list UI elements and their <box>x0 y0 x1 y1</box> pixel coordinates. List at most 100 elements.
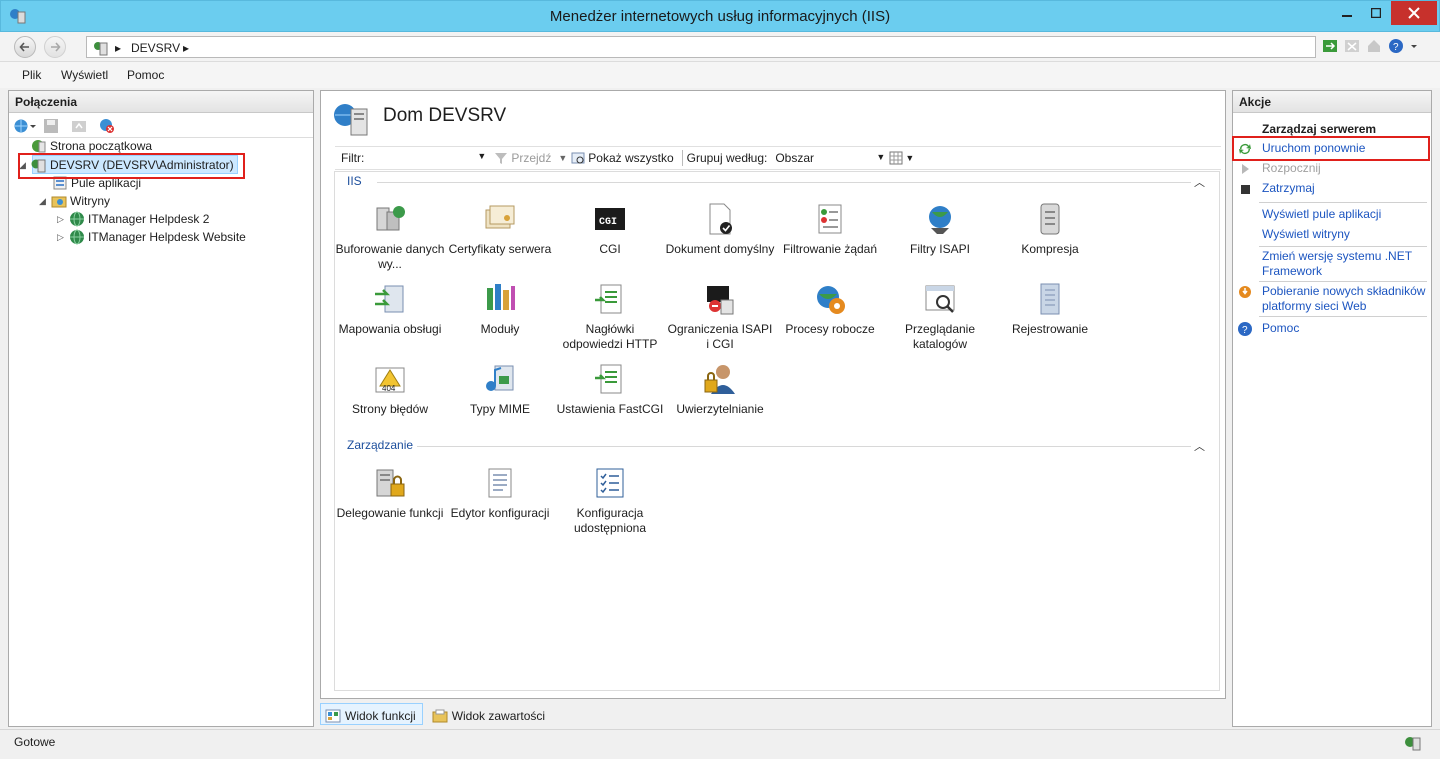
tree-item-sites[interactable]: ◢ Witryny <box>39 192 110 210</box>
close-icon <box>1408 7 1420 19</box>
group-iis-header[interactable]: IIS ︿ <box>335 174 1221 192</box>
chevron-down-icon[interactable] <box>1410 38 1418 54</box>
feature-label: Ustawienia FastCGI <box>556 402 664 416</box>
error-pages-icon: 404 <box>375 367 405 393</box>
feature-isapi-filters[interactable]: Filtry ISAPI <box>885 202 995 257</box>
status-bar: Gotowe <box>0 729 1440 759</box>
up-folder-icon[interactable] <box>71 118 87 134</box>
server-status-icon <box>1405 737 1421 751</box>
feature-authentication[interactable]: Uwierzytelnianie <box>665 362 775 417</box>
feature-modules[interactable]: Moduły <box>445 282 555 337</box>
menu-help[interactable]: Pomoc <box>127 68 164 82</box>
address-field[interactable]: ▸ DEVSRV ▸ <box>86 36 1316 58</box>
feature-label: Ograniczenia ISAPI i CGI <box>667 322 773 351</box>
action-view-sites[interactable]: Wyświetl witryny <box>1237 227 1433 243</box>
cgi-icon: CGI <box>595 208 625 230</box>
feature-logging[interactable]: Rejestrowanie <box>995 282 1105 337</box>
go-button[interactable]: Przejdź ▼ <box>494 151 567 165</box>
feature-default-document[interactable]: Dokument domyślny <box>665 202 775 257</box>
feature-worker-processes[interactable]: Procesy robocze <box>775 282 885 337</box>
action-view-sites-label: Wyświetl witryny <box>1262 227 1350 241</box>
menu-file[interactable]: Plik <box>22 68 41 82</box>
disconnect-icon[interactable] <box>99 118 115 134</box>
center-panel: Dom DEVSRV Filtr: ▼ Przejdź ▼ Pokaż wszy… <box>320 90 1226 699</box>
tree-collapsed-icon[interactable]: ▷ <box>57 232 69 243</box>
output-caching-icon <box>376 206 405 231</box>
feature-shared-configuration[interactable]: Konfiguracja udostępniona <box>555 466 665 536</box>
status-text: Gotowe <box>14 735 56 749</box>
action-view-app-pools[interactable]: Wyświetl pule aplikacji <box>1237 207 1433 223</box>
tree-item-site-1[interactable]: ▷ ITManager Helpdesk 2 <box>57 210 209 228</box>
save-icon[interactable] <box>43 118 59 134</box>
address-toolbar: ? <box>1322 38 1418 54</box>
fastcgi-settings-icon <box>595 364 622 394</box>
action-start[interactable]: Rozpocznij <box>1237 161 1433 177</box>
feature-request-filtering[interactable]: Filtrowanie żądań <box>775 202 885 257</box>
feature-label: Filtry ISAPI <box>909 242 970 256</box>
forward-button[interactable] <box>44 36 66 58</box>
chevron-down-icon[interactable] <box>29 118 37 134</box>
logging-icon <box>1040 283 1060 315</box>
connect-globe-icon[interactable] <box>13 118 29 134</box>
menu-bar: Plik Wyświetl Pomoc <box>0 62 1440 88</box>
tab-features-view[interactable]: Widok funkcji <box>320 703 423 725</box>
feature-error-pages[interactable]: 404 Strony błędów <box>335 362 445 417</box>
feature-compression[interactable]: Kompresja <box>995 202 1105 257</box>
action-change-net-framework[interactable]: Zmień wersję systemu .NET Framework <box>1237 249 1433 279</box>
action-get-web-components[interactable]: Pobieranie nowych składników platformy s… <box>1237 284 1433 314</box>
feature-feature-delegation[interactable]: Delegowanie funkcji <box>335 466 445 521</box>
group-by-select[interactable]: Obszar ▼ <box>775 149 887 167</box>
help-icon[interactable]: ? <box>1388 38 1404 54</box>
chevron-down-icon: ▼ <box>477 151 487 161</box>
feature-fastcgi-settings[interactable]: Ustawienia FastCGI <box>555 362 665 417</box>
back-button[interactable] <box>14 36 36 58</box>
request-filtering-icon <box>818 204 842 234</box>
feature-cgi[interactable]: CGI CGI <box>555 202 665 257</box>
content-view-icon <box>432 709 448 722</box>
feature-label: Uwierzytelnianie <box>676 402 764 416</box>
maximize-button[interactable] <box>1362 1 1390 25</box>
tree-label-sites: Witryny <box>70 194 110 208</box>
feature-mime-types[interactable]: Typy MIME <box>445 362 555 417</box>
feature-directory-browsing[interactable]: Przeglądanie katalogów <box>885 282 995 352</box>
group-management-header[interactable]: Zarządzanie ︿ <box>335 438 1221 456</box>
feature-label: Konfiguracja udostępniona <box>573 506 647 535</box>
feature-http-response-headers[interactable]: Nagłówki odpowiedzi HTTP <box>555 282 665 352</box>
breadcrumb-devsrv[interactable]: DEVSRV <box>131 41 180 55</box>
feature-configuration-editor[interactable]: Edytor konfiguracji <box>445 466 555 521</box>
feature-label: Procesy robocze <box>785 322 875 336</box>
refresh-icon[interactable] <box>1322 38 1338 54</box>
feature-label: CGI <box>599 242 621 256</box>
action-help[interactable]: ? Pomoc <box>1237 321 1433 337</box>
tree-item-site-2[interactable]: ▷ ITManager Helpdesk Website <box>57 228 246 246</box>
feature-isapi-cgi-restrictions[interactable]: Ograniczenia ISAPI i CGI <box>665 282 775 352</box>
action-stop[interactable]: Zatrzymaj <box>1237 181 1433 197</box>
filter-input[interactable]: ▼ <box>366 149 488 167</box>
feature-label: Nagłówki odpowiedzi HTTP <box>562 322 658 351</box>
actions-section-title: Zarządzaj serwerem <box>1262 122 1377 136</box>
chevron-down-icon: ▼ <box>905 153 915 163</box>
sites-folder-icon <box>51 196 67 208</box>
group-divider <box>417 446 1191 447</box>
view-mode-button[interactable]: ▼ <box>889 151 914 165</box>
show-all-button[interactable]: Pokaż wszystko <box>571 151 674 165</box>
feature-server-certificates[interactable]: Certyfikaty serwera <box>445 202 555 257</box>
tree-collapsed-icon[interactable]: ▷ <box>57 214 69 225</box>
feature-handler-mappings[interactable]: Mapowania obsługi <box>335 282 445 337</box>
stop-icon[interactable] <box>1344 38 1360 54</box>
tree-expanded-icon[interactable]: ◢ <box>39 196 51 207</box>
feature-label: Rejestrowanie <box>1011 322 1089 336</box>
web-platform-icon <box>1239 286 1251 298</box>
isapi-cgi-restrictions-icon <box>707 286 734 315</box>
collapse-up-icon[interactable]: ︿ <box>1194 174 1205 190</box>
collapse-up-icon[interactable]: ︿ <box>1194 438 1205 454</box>
minimize-button[interactable] <box>1333 1 1361 25</box>
home-icon[interactable] <box>1366 38 1382 54</box>
feature-output-caching[interactable]: Buforowanie danych wy... <box>335 202 445 272</box>
svg-text:404: 404 <box>382 384 396 393</box>
highlight-server-box <box>18 153 245 179</box>
view-tabs: Widok funkcji Widok zawartości <box>320 701 552 727</box>
tab-content-view[interactable]: Widok zawartości <box>427 703 552 725</box>
close-button[interactable] <box>1391 1 1437 25</box>
menu-view[interactable]: Wyświetl <box>61 68 108 82</box>
